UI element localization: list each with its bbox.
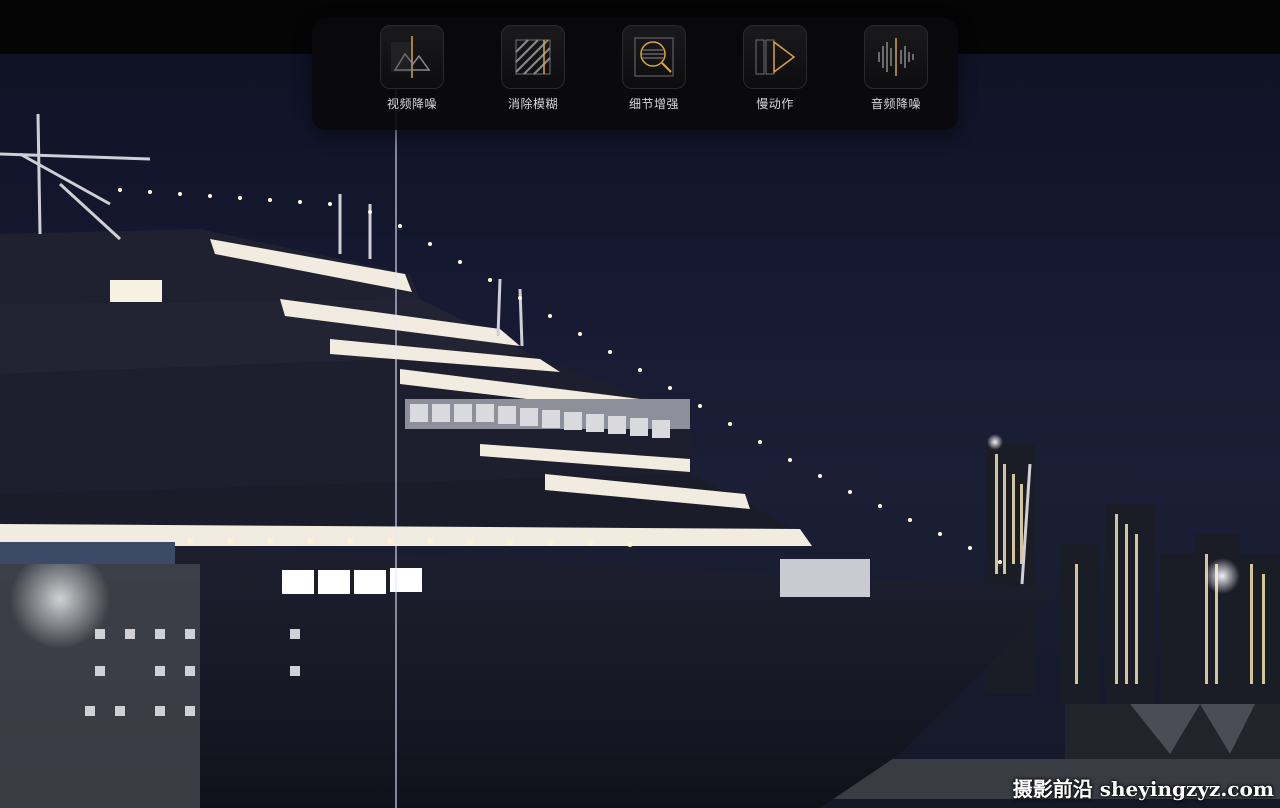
tool-slow-motion[interactable]: 慢动作 — [725, 25, 825, 121]
deblur-icon — [501, 25, 565, 89]
tool-audio-denoise[interactable]: 音频降噪 — [846, 25, 946, 121]
tool-video-denoise[interactable]: 视频降噪 — [362, 25, 462, 121]
tool-label: 细节增强 — [628, 97, 679, 111]
video-preview: 视频降噪 消除模糊 细节增强 慢动作 音频降噪 摄影前沿 sheyingzyz.… — [0, 0, 1280, 808]
video-denoise-icon — [380, 25, 444, 89]
tool-panel: 视频降噪 消除模糊 细节增强 慢动作 音频降噪 — [312, 18, 958, 130]
cruise-ship-night-scene — [0, 113, 1280, 808]
tool-deblur[interactable]: 消除模糊 — [483, 25, 583, 121]
tool-label: 慢动作 — [756, 97, 794, 111]
comparison-divider[interactable] — [395, 54, 397, 808]
watermark: 摄影前沿 sheyingzyz.com — [1012, 777, 1274, 801]
detail-enhance-icon — [622, 25, 686, 89]
slow-motion-icon — [743, 25, 807, 89]
tool-label: 音频降噪 — [870, 97, 921, 111]
tool-label: 消除模糊 — [507, 97, 558, 111]
tool-detail-enhance[interactable]: 细节增强 — [604, 25, 704, 121]
audio-denoise-icon — [864, 25, 928, 89]
tool-label: 视频降噪 — [386, 97, 437, 111]
